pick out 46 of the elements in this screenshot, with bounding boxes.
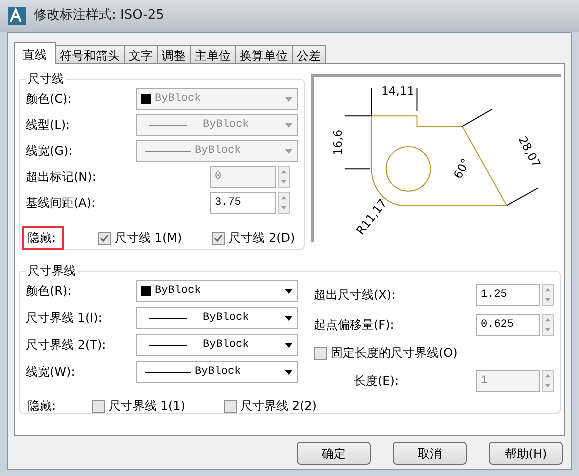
hide-label: 隐藏: [27, 398, 58, 415]
checkbox-label: 固定长度的尺寸界线(O) [331, 345, 458, 362]
checkbox-label: 尺寸界线 2(2) [240, 398, 317, 415]
tab[interactable]: 调整 [157, 45, 191, 64]
dropdown[interactable]: ByBlock [136, 361, 298, 383]
dialog-button[interactable]: 取消 [393, 442, 467, 465]
field-label: 颜色(C): [26, 91, 73, 108]
tab[interactable]: 主单位 [190, 45, 236, 64]
field-label: 线宽(W): [26, 364, 76, 381]
number-field[interactable]: 0.625 [476, 314, 540, 336]
field-label: 线宽(G): [26, 143, 74, 160]
dropdown[interactable]: ByBlock [136, 334, 298, 356]
field-label: 基线间距(A): [26, 195, 97, 212]
number-field[interactable]: 1.25 [476, 284, 540, 306]
window-title: 修改标注样式: ISO-25 [34, 7, 164, 26]
number-field[interactable]: 3.75 [210, 192, 276, 214]
tab[interactable]: 公差 [292, 45, 326, 64]
checkbox-label: 尺寸界线 1(1) [109, 398, 186, 415]
tab[interactable]: 文字 [124, 45, 158, 64]
group-title: 尺寸线 [27, 71, 65, 88]
dialog-button[interactable]: 帮助(H) [489, 442, 563, 465]
field-label: 尺寸界线 1(I): [26, 310, 104, 327]
dropdown[interactable]: ByBlock [136, 280, 298, 302]
dropdown[interactable]: ByBlock [136, 307, 298, 329]
checkbox-label: 尺寸线 1(M) [115, 230, 182, 247]
dropdown-value: ByBlock [155, 284, 202, 299]
dropdown-value: ByBlock [203, 118, 250, 133]
dropdown-value: ByBlock [155, 92, 202, 107]
field-label: 超出尺寸线(X): [314, 287, 396, 304]
dialog-button[interactable]: 确定 [297, 442, 371, 465]
dropdown-value: ByBlock [195, 364, 242, 380]
dropdown-value: ByBlock [203, 338, 250, 353]
tab[interactable]: 直线 [14, 42, 56, 64]
checkbox-label: 尺寸线 2(D) [229, 230, 296, 247]
field-label: 超出标记(N): [26, 169, 98, 186]
group-title: 尺寸界线 [27, 263, 77, 280]
tab[interactable]: 符号和箭头 [55, 45, 125, 64]
hide-label: 隐藏: [22, 226, 64, 250]
field-label: 长度(E): [353, 373, 399, 390]
field-label: 颜色(R): [26, 283, 73, 300]
field-label: 起点偏移量(F): [314, 317, 394, 334]
dropdown-value: ByBlock [195, 144, 242, 159]
field-label: 线型(L): [26, 117, 72, 134]
field-label: 尺寸界线 2(T): [26, 337, 108, 354]
dropdown-value: ByBlock [203, 310, 250, 326]
tab[interactable]: 换算单位 [235, 45, 293, 64]
